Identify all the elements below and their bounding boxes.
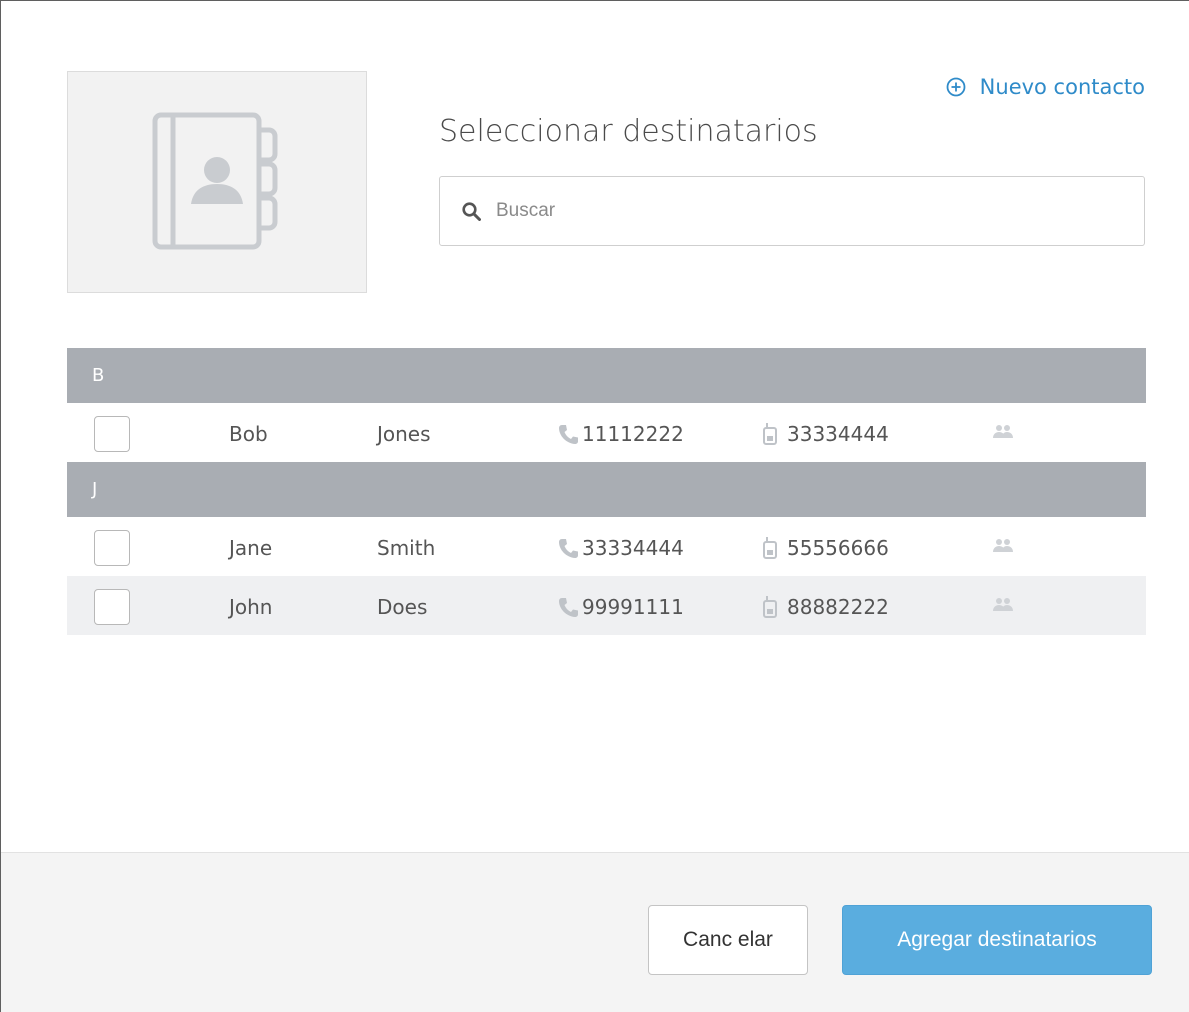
select-recipients-dialog: Nuevo contacto Seleccionar destinatarios… xyxy=(0,0,1189,1012)
contact-mobile: 88882222 xyxy=(763,595,889,619)
phone-icon xyxy=(559,425,578,444)
dialog-title: Seleccionar destinatarios xyxy=(439,114,818,149)
mobile-phone-icon xyxy=(763,596,777,618)
contact-phone-number: 33334444 xyxy=(582,536,684,560)
contact-checkbox[interactable] xyxy=(94,530,130,566)
new-contact-link[interactable]: Nuevo contacto xyxy=(946,75,1145,99)
contact-group-indicator xyxy=(991,422,1015,446)
dialog-footer: Canc elar Agregar destinatarios xyxy=(1,852,1189,1012)
users-icon xyxy=(993,539,1013,552)
contact-first-name: Jane xyxy=(229,536,273,560)
contact-phone-number: 99991111 xyxy=(582,595,684,619)
contact-list: B Bob Jones 11112222 33334444 J Jane Smi… xyxy=(67,348,1146,635)
contact-checkbox[interactable] xyxy=(94,589,130,625)
contact-mobile: 55556666 xyxy=(763,536,889,560)
search-input[interactable] xyxy=(496,200,1144,222)
contact-last-name: Smith xyxy=(377,536,436,560)
users-icon xyxy=(993,598,1013,611)
contact-last-name: Does xyxy=(377,595,428,619)
contact-first-name: John xyxy=(229,595,273,619)
search-icon xyxy=(462,201,481,221)
contact-row[interactable]: Bob Jones 11112222 33334444 xyxy=(67,403,1146,462)
contact-phone: 33334444 xyxy=(557,536,684,560)
mobile-phone-icon xyxy=(763,537,777,559)
contact-row[interactable]: John Does 99991111 88882222 xyxy=(67,576,1146,635)
cancel-button[interactable]: Canc elar xyxy=(648,905,808,975)
contact-checkbox[interactable] xyxy=(94,416,130,452)
contact-row[interactable]: Jane Smith 33334444 55556666 xyxy=(67,517,1146,576)
search-box[interactable] xyxy=(439,176,1145,246)
contact-group-indicator xyxy=(991,536,1015,560)
plus-circle-icon xyxy=(946,77,966,97)
users-icon xyxy=(993,425,1013,438)
phone-icon xyxy=(559,539,578,558)
contact-mobile: 33334444 xyxy=(763,422,889,446)
contact-phone: 99991111 xyxy=(557,595,684,619)
contact-group-indicator xyxy=(991,595,1015,619)
contact-phone: 11112222 xyxy=(557,422,684,446)
mobile-phone-icon xyxy=(763,423,777,445)
address-book-illustration xyxy=(67,71,367,293)
contact-mobile-number: 88882222 xyxy=(787,595,889,619)
address-book-icon xyxy=(152,112,278,250)
contact-mobile-number: 33334444 xyxy=(787,422,889,446)
group-header-j: J xyxy=(67,462,1146,517)
new-contact-label: Nuevo contacto xyxy=(979,75,1145,99)
phone-icon xyxy=(559,598,578,617)
contact-phone-number: 11112222 xyxy=(582,422,684,446)
contact-first-name: Bob xyxy=(229,422,268,446)
contact-mobile-number: 55556666 xyxy=(787,536,889,560)
add-recipients-button[interactable]: Agregar destinatarios xyxy=(842,905,1152,975)
group-header-b: B xyxy=(67,348,1146,403)
contact-last-name: Jones xyxy=(377,422,431,446)
